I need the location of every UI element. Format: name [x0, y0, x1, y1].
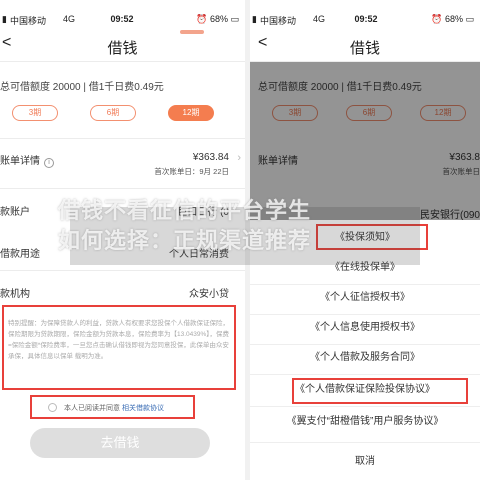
quota-line: 总可借额度 20000 | 借1千日费0.49元 — [0, 82, 164, 93]
tab-3-period[interactable]: 3期 — [12, 105, 58, 121]
nav-bar: < 借钱 — [0, 30, 245, 62]
nav-bar: < 借钱 — [250, 30, 480, 62]
network-type: 4G — [313, 14, 326, 24]
signal-icon: ▮ — [2, 14, 7, 24]
institution-label: 款机构 — [0, 289, 30, 300]
page-title: 借钱 — [107, 40, 138, 57]
sheet-item-personal-info-authorization[interactable]: 《个人信息使用授权书》 — [250, 316, 480, 340]
network-type: 4G — [63, 14, 76, 24]
borrow-button[interactable]: 去借钱 — [30, 428, 210, 458]
status-bar: ▮ 中国移动 4G 09:52 ⏰ 68% ▭ — [250, 14, 480, 28]
bill-detail-row[interactable]: 账单详情 i ¥363.84 首次账单日：9月 22日 › — [0, 152, 245, 176]
account-label: 款账户 — [0, 207, 30, 218]
divider — [0, 270, 245, 271]
divider — [250, 442, 480, 443]
battery-icon: ▭ — [230, 14, 239, 24]
watermark-line-2: 如何选择：正规渠道推荐 — [58, 228, 312, 253]
tab-12-period[interactable]: 12期 — [168, 105, 214, 121]
status-time: 09:52 — [354, 14, 378, 24]
divider — [250, 374, 480, 375]
sheet-item-user-service-agreement[interactable]: 《翼支付“甜橙借钱”用户服务协议》 — [250, 410, 480, 434]
divider — [250, 344, 480, 345]
battery-percent: 68% — [209, 14, 228, 24]
divider — [0, 138, 245, 139]
sheet-item-loan-service-contract[interactable]: 《个人借款及服务合同》 — [250, 346, 480, 370]
insurance-notice-text: 特别提醒：为保障贷款人的利益，贷款人有权要求您投保个人借款保证保险，保险期限为贷… — [8, 320, 230, 360]
signal-icon: ▮ — [252, 14, 257, 24]
decoration-pill — [180, 30, 204, 34]
status-time: 09:52 — [110, 14, 134, 24]
alarm-icon: ⏰ — [431, 14, 443, 24]
battery-percent: 68% — [444, 14, 463, 24]
agree-text: 本人已阅读并同意 相关借款协议 — [64, 405, 164, 412]
info-icon: i — [44, 158, 54, 168]
institution-value: 众安小贷 — [189, 289, 229, 300]
carrier-name: 中国移动 — [260, 16, 297, 26]
tab-6-period[interactable]: 6期 — [90, 105, 136, 121]
guarantee-agreement-highlight — [292, 378, 468, 404]
divider — [250, 406, 480, 407]
chevron-right-icon: › — [237, 152, 241, 164]
status-bar: ▮ 中国移动 4G 09:52 ⏰ 68% ▭ — [0, 14, 245, 28]
purpose-label: 借款用途 — [0, 249, 40, 260]
divider — [250, 284, 480, 285]
agreement-highlight: 本人已阅读并同意 相关借款协议 — [30, 395, 195, 419]
agree-checkbox[interactable] — [48, 403, 57, 412]
watermark-line-1: 借钱不看征信的平台学生 — [58, 198, 312, 223]
sheet-item-credit-authorization[interactable]: 《个人征信授权书》 — [250, 286, 480, 310]
page-title: 借钱 — [349, 40, 380, 57]
divider — [250, 314, 480, 315]
bill-label: 账单详情 i — [0, 152, 54, 168]
status-right: ⏰ 68% ▭ — [196, 14, 239, 25]
divider — [0, 188, 245, 189]
carrier-name: 中国移动 — [10, 16, 47, 26]
battery-icon: ▭ — [465, 14, 474, 24]
alarm-icon: ⏰ — [196, 14, 208, 24]
insurance-notice-highlight: 特别提醒：为保障贷款人的利益，贷款人有权要求您投保个人借款保证保险，保险期限为贷… — [2, 305, 236, 390]
term-tabs: 3期 6期 12期 — [0, 105, 240, 121]
status-right: ⏰ 68% ▭ — [431, 14, 474, 25]
first-due-date: 首次账单日：9月 22日 — [154, 167, 229, 176]
cancel-button[interactable]: 取消 — [250, 450, 480, 474]
agreement-link[interactable]: 相关借款协议 — [122, 405, 164, 412]
watermark-text: 借钱不看征信的平台学生 如何选择：正规渠道推荐 — [58, 196, 438, 256]
bill-amount: ¥363.84 — [192, 152, 229, 163]
